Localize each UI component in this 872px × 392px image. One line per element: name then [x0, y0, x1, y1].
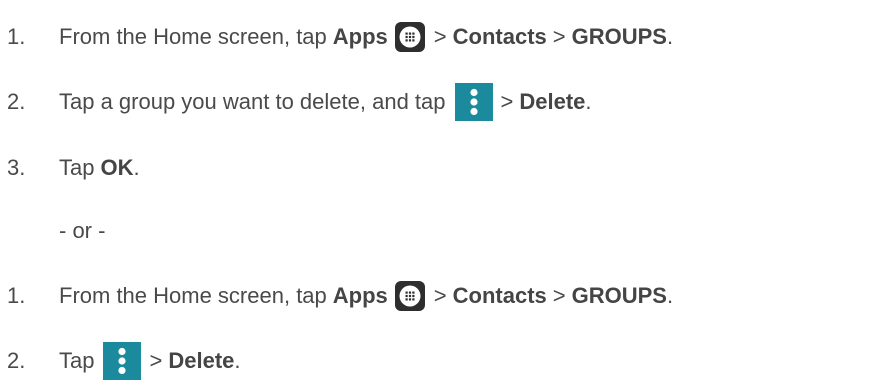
apps-label: Apps — [332, 24, 388, 49]
separator: > — [552, 283, 566, 308]
contacts-label: Contacts — [452, 283, 547, 308]
step-number: 2. — [7, 89, 26, 114]
period: . — [234, 348, 241, 373]
groups-label: GROUPS — [571, 283, 667, 308]
delete-label: Delete — [519, 89, 586, 114]
step-number: 1. — [7, 24, 26, 49]
groups-label: GROUPS — [571, 24, 667, 49]
period: . — [133, 155, 140, 180]
separator: > — [552, 24, 566, 49]
apps-label: Apps — [332, 283, 388, 308]
step-instruction: From the Home screen, tap — [59, 283, 327, 308]
step-number: 1. — [7, 283, 26, 308]
step-text: Tap > Delete. — [59, 342, 241, 380]
step-instruction: From the Home screen, tap — [59, 24, 327, 49]
overflow-menu-icon — [454, 83, 493, 121]
step-number: 3. — [7, 155, 26, 180]
step-text: Tap a group you want to delete, and tap … — [59, 83, 592, 121]
step-instruction: Tap a group you want to delete, and tap — [59, 89, 446, 114]
step-instruction: Tap — [59, 155, 95, 180]
step-text: From the Home screen, tap Apps > Contact… — [59, 281, 673, 311]
period: . — [666, 283, 674, 308]
separator: > — [433, 24, 447, 49]
period: . — [585, 89, 592, 114]
contacts-label: Contacts — [452, 24, 547, 49]
ok-label: OK — [100, 155, 134, 180]
or-separator: - or - — [59, 218, 106, 243]
step-text: Tap OK. — [59, 155, 140, 181]
step-number: 2. — [7, 348, 26, 373]
period: . — [666, 24, 674, 49]
delete-label: Delete — [168, 348, 235, 373]
step-instruction: Tap — [59, 348, 95, 373]
separator: > — [149, 348, 163, 373]
apps-grid-icon — [394, 22, 425, 52]
overflow-menu-icon — [103, 342, 142, 380]
separator: > — [500, 89, 514, 114]
apps-grid-icon — [394, 281, 425, 311]
step-text: From the Home screen, tap Apps > Contact… — [59, 22, 673, 52]
separator: > — [433, 283, 447, 308]
